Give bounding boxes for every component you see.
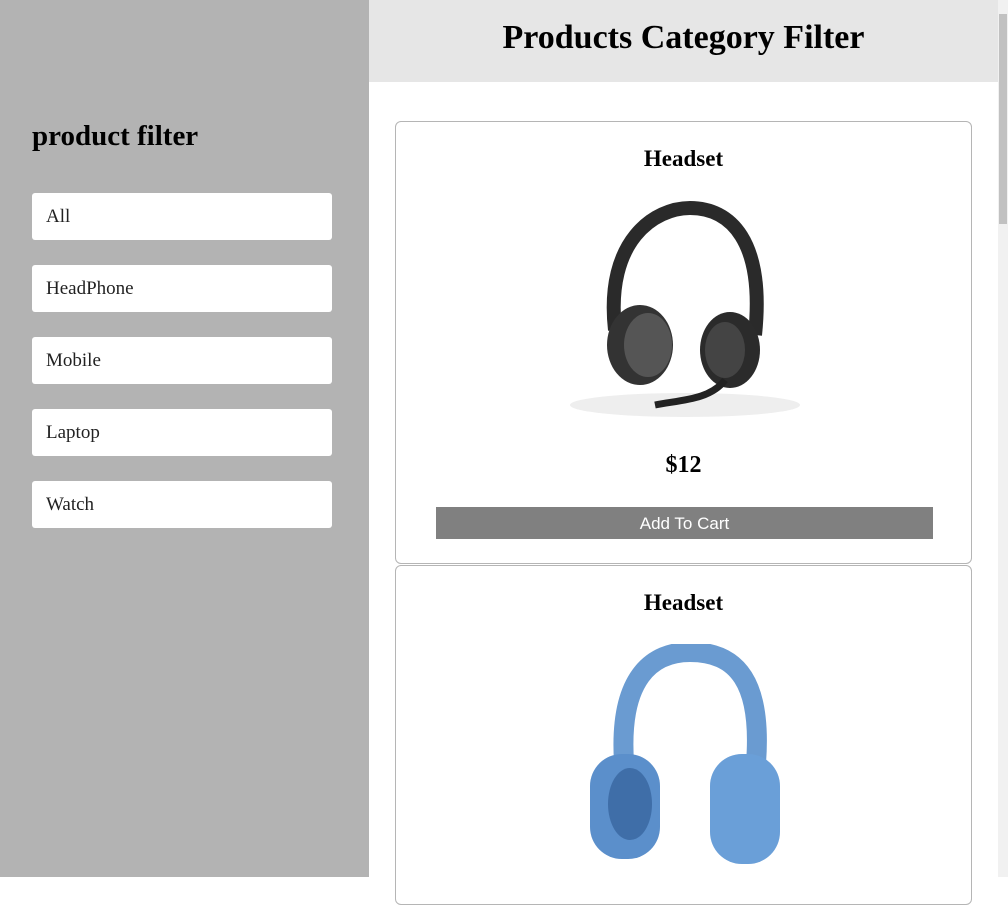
product-list: Headset $12 Add To Cart Headset [369,82,998,905]
product-card: Headset $12 Add To Cart [395,121,972,564]
sidebar: product filter All HeadPhone Mobile Lapt… [0,0,369,877]
header: Products Category Filter [369,0,998,82]
black-headset-image [570,200,800,417]
filter-watch[interactable]: Watch [32,481,332,528]
product-card: Headset [395,565,972,905]
filter-mobile[interactable]: Mobile [32,337,332,384]
product-price: $12 [665,452,702,478]
filter-headphone[interactable]: HeadPhone [32,265,332,312]
add-to-cart-button[interactable]: Add To Cart [436,507,933,539]
scrollbar-thumb[interactable] [999,14,1007,224]
filter-laptop[interactable]: Laptop [32,409,332,456]
blue-headphones-image [590,644,780,864]
product-name: Headset [643,590,724,615]
product-name: Headset [643,146,724,171]
scrollbar[interactable] [998,0,1008,877]
sidebar-title: product filter [32,120,199,152]
filter-all[interactable]: All [32,193,332,240]
page-title: Products Category Filter [502,19,865,56]
